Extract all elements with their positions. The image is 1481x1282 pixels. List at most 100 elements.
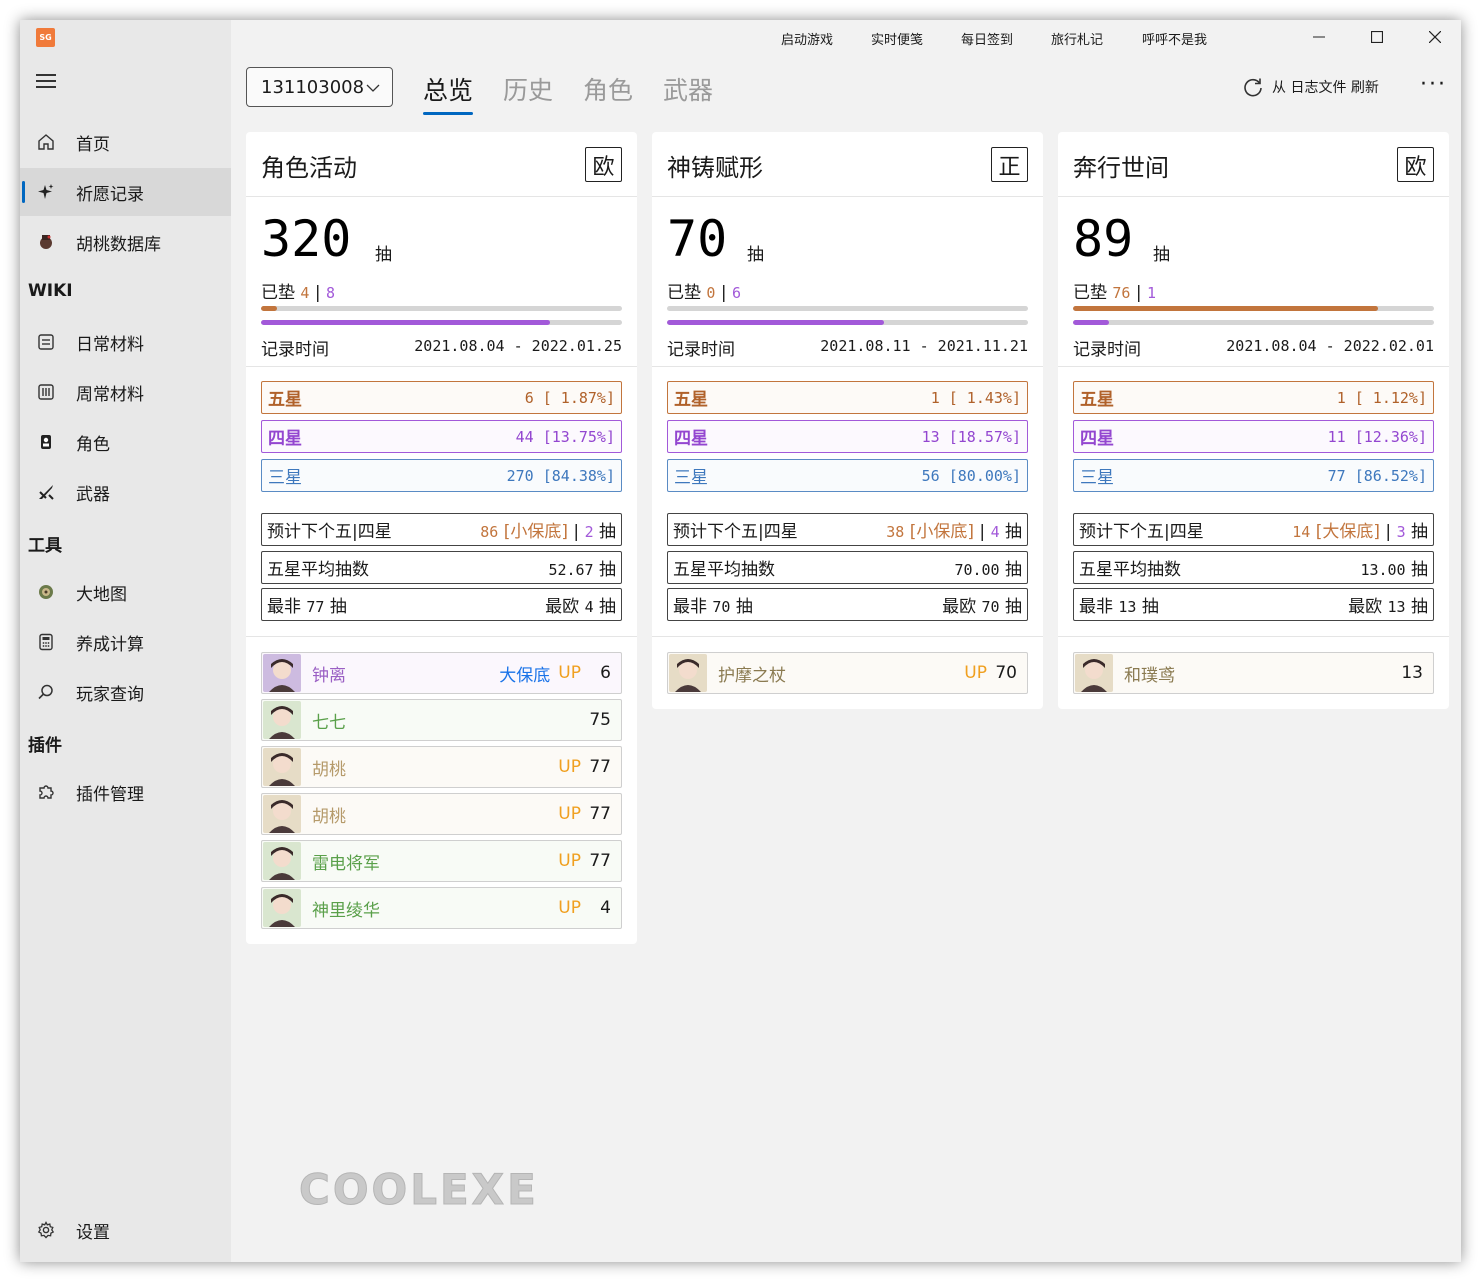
sidebar-item-label: 设置	[76, 1222, 110, 1243]
refresh-from-log-button[interactable]: 从 日志文件 刷新	[1242, 76, 1379, 98]
three-star-stat: 三星 270 [84.38%]	[261, 459, 622, 492]
up-label: UP	[964, 663, 987, 683]
sidebar-item-plugin-manager[interactable]: 插件管理	[20, 768, 231, 816]
wish-item-row[interactable]: 胡桃 UP 77	[261, 793, 622, 835]
section-header-tools: 工具	[28, 536, 62, 556]
total-pulls: 70	[667, 210, 728, 268]
luck-badge: 欧	[1397, 147, 1434, 182]
up-label: UP	[558, 804, 581, 824]
wish-item-row[interactable]: 神里绫华 UP 4	[261, 887, 622, 929]
sidebar-item-wish-history[interactable]: 祈愿记录	[20, 168, 231, 216]
pull-count: 6	[600, 663, 611, 683]
pity-four-progress	[1073, 320, 1434, 325]
pity-five-progress	[667, 306, 1028, 311]
sidebar-item-map[interactable]: 大地图	[20, 568, 231, 616]
tab-characters[interactable]: 角色	[583, 71, 633, 107]
hamburger-menu-icon[interactable]	[36, 74, 56, 88]
map-icon	[36, 582, 56, 602]
sparkle-icon	[36, 182, 56, 202]
uid-select[interactable]: 131103008	[246, 67, 393, 107]
item-name: 雷电将军	[312, 853, 380, 874]
record-time: 记录时间 2021.08.04 - 2022.01.25	[261, 337, 622, 360]
refresh-label: 从 日志文件 刷新	[1272, 80, 1379, 96]
pull-count: 13	[1401, 663, 1423, 683]
total-unit: 抽	[375, 245, 392, 265]
tab-overview[interactable]: 总览	[423, 71, 473, 107]
sidebar-item-weekly-material[interactable]: 周常材料	[20, 368, 231, 416]
sidebar-item-settings[interactable]: 设置	[20, 1206, 231, 1254]
pity-counter: 已垫 76 | 1	[1073, 283, 1157, 303]
item-avatar	[669, 654, 707, 692]
sidebar-item-player-search[interactable]: 玩家查询	[20, 668, 231, 716]
guarantee-label: 大保底	[499, 665, 551, 686]
sidebar-item-daily-material[interactable]: 日常材料	[20, 318, 231, 366]
five-star-stat: 五星 1 [ 1.12%]	[1073, 381, 1434, 414]
pity-counter: 已垫 4 | 8	[261, 283, 336, 303]
record-time: 记录时间 2021.08.11 - 2021.11.21	[667, 337, 1028, 360]
puzzle-icon	[36, 782, 56, 802]
realtime-notes-link[interactable]: 实时便笺	[871, 29, 923, 48]
weapon-icon	[36, 482, 56, 502]
sidebar-item-hutao-database[interactable]: 胡桃数据库	[20, 218, 231, 266]
app-window: SG 首页 祈愿记录 胡桃数据库 WIKI 日常材料 周常材料 角色 武器 工具…	[20, 20, 1461, 1262]
up-label: UP	[558, 757, 581, 777]
sidebar-item-weapon[interactable]: 武器	[20, 468, 231, 516]
wish-item-row[interactable]: 七七 75	[261, 699, 622, 741]
five-star-average-row: 五星平均抽数 70.00 抽	[667, 551, 1028, 584]
wish-item-row[interactable]: 胡桃 UP 77	[261, 746, 622, 788]
gear-icon	[36, 1220, 56, 1240]
sidebar-item-home[interactable]: 首页	[20, 118, 231, 166]
section-header-plugins: 插件	[28, 736, 62, 756]
five-star-stat: 五星 1 [ 1.43%]	[667, 381, 1028, 414]
banner-card-character-event: 角色活动 欧 320 抽 已垫 4 | 8 记录时间 2021.08.04 - 2…	[246, 132, 637, 944]
total-pulls: 320	[261, 210, 352, 268]
maximize-icon	[1371, 31, 1383, 43]
item-name: 胡桃	[312, 806, 346, 827]
calculator-icon	[36, 632, 56, 652]
sidebar-item-character[interactable]: 角色	[20, 418, 231, 466]
launch-game-link[interactable]: 启动游戏	[781, 29, 833, 48]
five-star-stat: 五星 6 [ 1.87%]	[261, 381, 622, 414]
close-button[interactable]	[1406, 20, 1461, 54]
sidebar-item-label: 角色	[76, 434, 110, 455]
wish-item-row[interactable]: 护摩之杖 UP 70	[667, 652, 1028, 694]
sidebar-item-calculator[interactable]: 养成计算	[20, 618, 231, 666]
pity-four-progress	[667, 320, 1028, 325]
card-title: 神铸赋形	[667, 154, 763, 182]
maximize-button[interactable]	[1348, 20, 1406, 54]
wish-item-row[interactable]: 钟离 大保底 UP 6	[261, 652, 622, 694]
sidebar-item-label: 武器	[76, 484, 110, 505]
tab-weapons[interactable]: 武器	[663, 71, 713, 107]
minimize-icon	[1313, 36, 1325, 38]
pull-count: 4	[600, 898, 611, 918]
predict-next-row: 预计下个五|四星 86 [小保底] | 2 抽	[261, 513, 622, 546]
item-avatar	[1075, 654, 1113, 692]
item-name: 胡桃	[312, 759, 346, 780]
five-star-average-row: 五星平均抽数 52.67 抽	[261, 551, 622, 584]
daily-signin-link[interactable]: 每日签到	[961, 29, 1013, 48]
wish-item-row[interactable]: 和璞鸢 13	[1073, 652, 1434, 694]
worst-best-row: 最非 77 抽 最欧 4 抽	[261, 588, 622, 621]
pity-five-progress	[261, 306, 622, 311]
travel-notes-link[interactable]: 旅行札记	[1051, 29, 1103, 48]
wish-item-row[interactable]: 雷电将军 UP 77	[261, 840, 622, 882]
pity-five: 76	[1112, 284, 1131, 302]
four-star-stat: 四星 13 [18.57%]	[667, 420, 1028, 453]
tab-history[interactable]: 历史	[503, 71, 553, 107]
home-icon	[36, 132, 56, 152]
sidebar-item-label: 玩家查询	[76, 684, 144, 705]
user-account-link[interactable]: 呼呼不是我	[1142, 29, 1207, 48]
item-name: 神里绫华	[312, 900, 380, 921]
four-star-stat: 四星 44 [13.75%]	[261, 420, 622, 453]
card-title: 奔行世间	[1073, 154, 1169, 182]
more-options-button[interactable]: ···	[1420, 72, 1447, 97]
pull-count: 77	[589, 851, 611, 871]
item-avatar	[263, 889, 301, 927]
active-tab-indicator	[423, 112, 473, 115]
card-title: 角色活动	[261, 154, 357, 182]
pull-count: 70	[995, 663, 1017, 683]
item-avatar	[263, 654, 301, 692]
hutao-icon	[36, 232, 56, 252]
three-star-stat: 三星 77 [86.52%]	[1073, 459, 1434, 492]
minimize-button[interactable]	[1290, 20, 1348, 54]
